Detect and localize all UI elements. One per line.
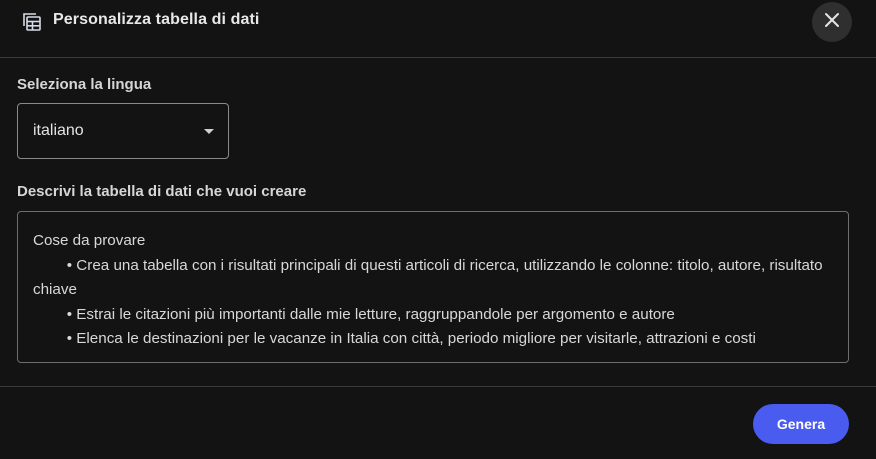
- description-textarea[interactable]: Cose da provare • Crea una tabella con i…: [17, 211, 849, 363]
- footer-divider: [0, 386, 876, 387]
- description-label: Descrivi la tabella di dati che vuoi cre…: [17, 183, 307, 200]
- language-selected-value: italiano: [33, 122, 84, 139]
- dialog-title: Personalizza tabella di dati: [53, 11, 260, 28]
- language-select[interactable]: italiano: [17, 103, 229, 159]
- table-icon: [22, 12, 42, 32]
- close-icon: [824, 12, 840, 33]
- generate-button[interactable]: Genera: [753, 404, 849, 444]
- close-button[interactable]: [812, 2, 852, 42]
- caret-down-icon: [204, 129, 214, 134]
- customize-table-dialog: Personalizza tabella di dati Seleziona l…: [0, 0, 876, 459]
- language-label: Seleziona la lingua: [17, 76, 152, 93]
- dialog-header: Personalizza tabella di dati: [0, 0, 876, 58]
